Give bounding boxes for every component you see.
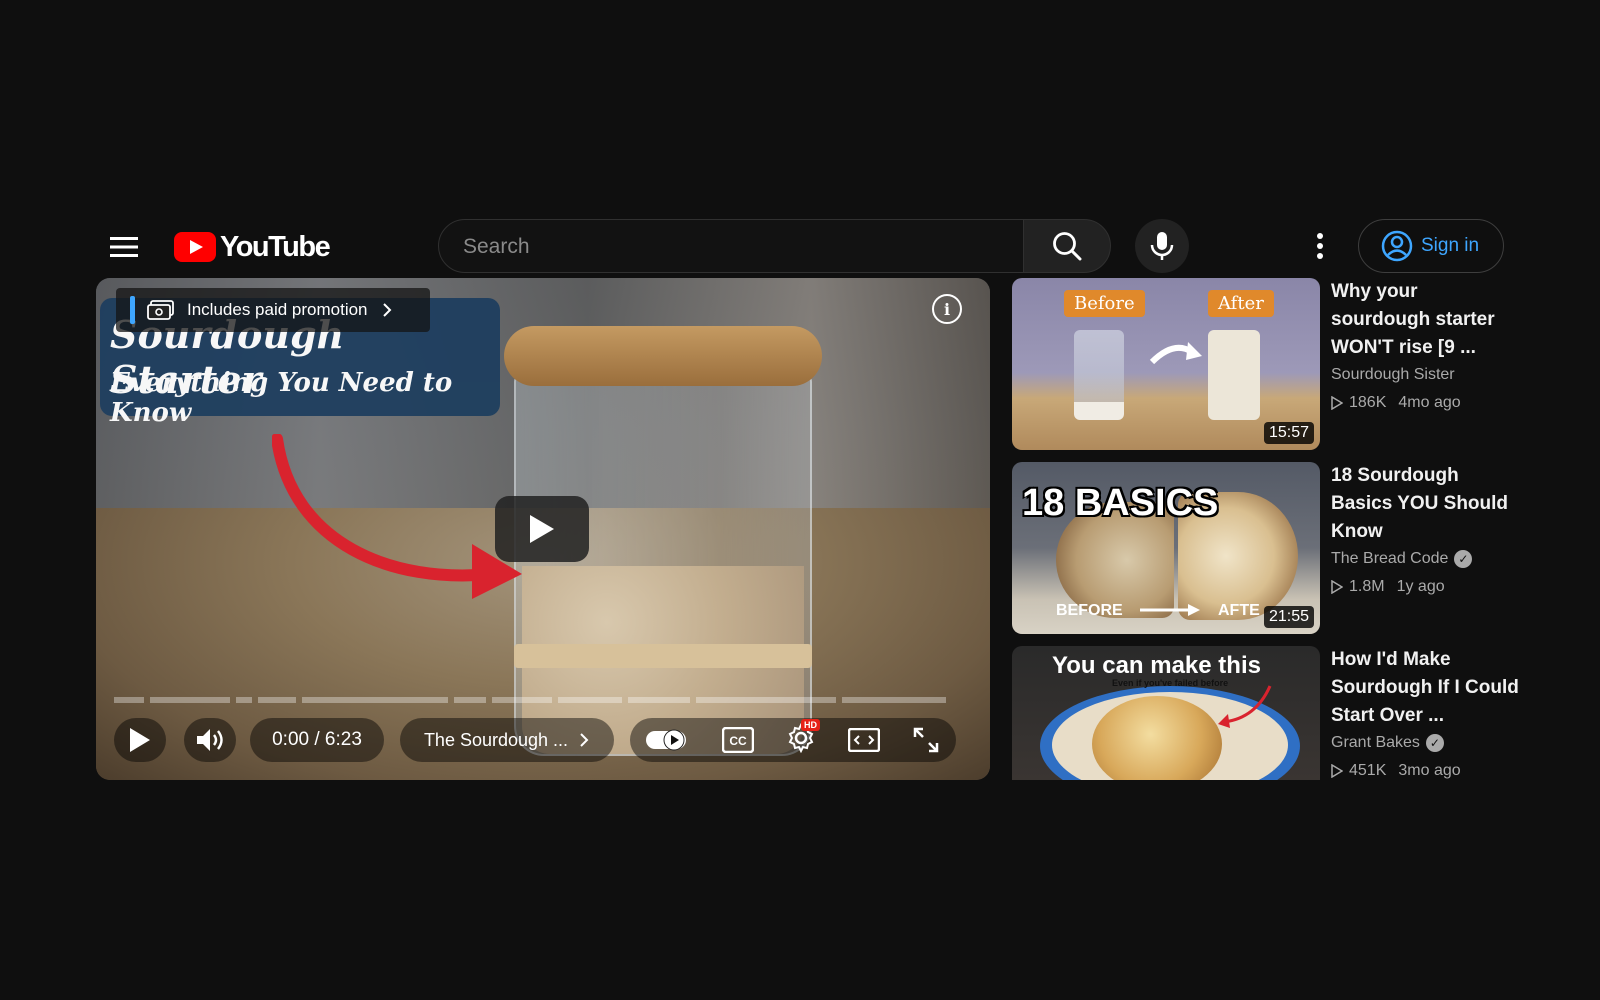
time-display: 0:00 / 6:23 [250, 718, 384, 762]
video-duration: 15:57 [1263, 422, 1314, 444]
upload-age: 4mo ago [1398, 394, 1461, 411]
upload-age: 1y ago [1396, 578, 1445, 595]
info-icon[interactable]: i [932, 294, 962, 324]
thumbnail-label-after: After [1208, 290, 1274, 317]
video-meta: 1.8M 1y ago [1331, 578, 1445, 596]
sign-in-button[interactable]: Sign in [1358, 219, 1504, 273]
view-count: 186K [1349, 394, 1387, 411]
view-count: 451K [1349, 762, 1387, 779]
video-channel[interactable]: The Bread Code ✓ [1331, 550, 1473, 568]
video-thumbnail[interactable]: You can make this Even if you've failed … [1012, 646, 1320, 780]
sign-in-label: Sign in [1421, 235, 1480, 256]
red-arrow-graphic [272, 434, 522, 599]
chevron-right-icon [382, 303, 391, 317]
autoplay-toggle[interactable] [646, 728, 690, 752]
red-arrow-graphic [1218, 685, 1272, 728]
video-thumbnail[interactable]: 18 BASICS BEFORE AFTE 21:55 [1012, 462, 1320, 634]
video-player[interactable]: Sourdough Starter Everything You Need to… [96, 278, 990, 780]
view-count: 1.8M [1349, 578, 1385, 595]
chevron-right-icon [580, 733, 589, 747]
fullscreen-icon[interactable] [912, 726, 940, 754]
youtube-play-icon [174, 232, 216, 262]
thumbnail-label-after: AFTE [1218, 602, 1260, 619]
channel-name: Sourdough Sister [1331, 366, 1455, 383]
voice-search-button[interactable] [1135, 219, 1189, 273]
captions-icon[interactable]: CC [722, 727, 754, 753]
more-options-icon[interactable] [1300, 226, 1340, 266]
search-input[interactable] [461, 220, 1005, 274]
volume-button[interactable] [184, 718, 236, 762]
money-icon [147, 300, 174, 320]
paid-promotion-accent [130, 296, 135, 324]
video-meta: 186K 4mo ago [1331, 394, 1461, 412]
settings-button[interactable]: HD [786, 718, 820, 758]
paid-promotion-label: Includes paid promotion [187, 300, 368, 319]
thumbnail-subtitle: Even if you've failed before [1112, 678, 1229, 688]
play-count-icon [1331, 764, 1343, 778]
chapter-label: The Sourdough ... [423, 729, 569, 750]
logo-text: YouTube [220, 230, 331, 263]
verified-check-icon: ✓ [1454, 550, 1473, 568]
title-card-line2: Everything You Need to Know [110, 368, 453, 428]
video-meta: 451K 3mo ago [1331, 762, 1461, 780]
video-title[interactable]: Why your sourdough starter WON'T rise [9… [1331, 278, 1521, 362]
search-button[interactable] [1023, 219, 1111, 273]
play-count-icon [1331, 580, 1343, 594]
progress-bar[interactable] [114, 697, 970, 703]
large-play-button[interactable] [495, 496, 589, 562]
video-title[interactable]: How I'd Make Sourdough If I Could Start … [1331, 646, 1521, 730]
video-thumbnail[interactable]: Before After 15:57 [1012, 278, 1320, 450]
menu-icon[interactable] [104, 227, 144, 267]
channel-name: Grant Bakes [1331, 734, 1420, 751]
video-channel[interactable]: Sourdough Sister [1331, 366, 1455, 384]
thumbnail-headline: 18 BASICS [1022, 482, 1219, 524]
right-controls: CC HD [630, 718, 956, 762]
chapter-button[interactable]: The Sourdough ... [400, 718, 614, 762]
play-button[interactable] [114, 718, 166, 762]
video-title[interactable]: 18 Sourdough Basics YOU Should Know [1331, 462, 1521, 546]
verified-check-icon: ✓ [1425, 734, 1444, 752]
thumbnail-headline: You can make this [1052, 652, 1261, 679]
play-count-icon [1331, 396, 1343, 410]
play-icon [530, 515, 554, 543]
theater-mode-icon[interactable] [848, 728, 880, 752]
video-channel[interactable]: Grant Bakes ✓ [1331, 734, 1444, 752]
thumbnail-label-before: Before [1064, 290, 1145, 317]
account-icon [1381, 230, 1413, 262]
search-bar[interactable] [438, 219, 1024, 274]
thumbnail-jar-full [1208, 330, 1260, 420]
play-icon [130, 728, 150, 752]
channel-name: The Bread Code [1331, 550, 1449, 567]
youtube-logo[interactable]: YouTube [174, 230, 331, 263]
hd-badge: HD [801, 718, 820, 731]
microphone-icon [1150, 232, 1174, 260]
arrow-right-icon [1140, 604, 1200, 616]
video-duration: 21:55 [1263, 606, 1314, 628]
curved-arrow-icon [1149, 342, 1202, 365]
thumbnail-jar-empty [1074, 330, 1124, 420]
thumbnail-label-before: BEFORE [1056, 602, 1123, 619]
paid-promotion-banner[interactable]: Includes paid promotion [116, 288, 430, 332]
search-icon [1053, 232, 1082, 261]
svg-text:CC: CC [729, 734, 747, 748]
volume-icon [197, 729, 223, 751]
upload-age: 3mo ago [1398, 762, 1461, 779]
